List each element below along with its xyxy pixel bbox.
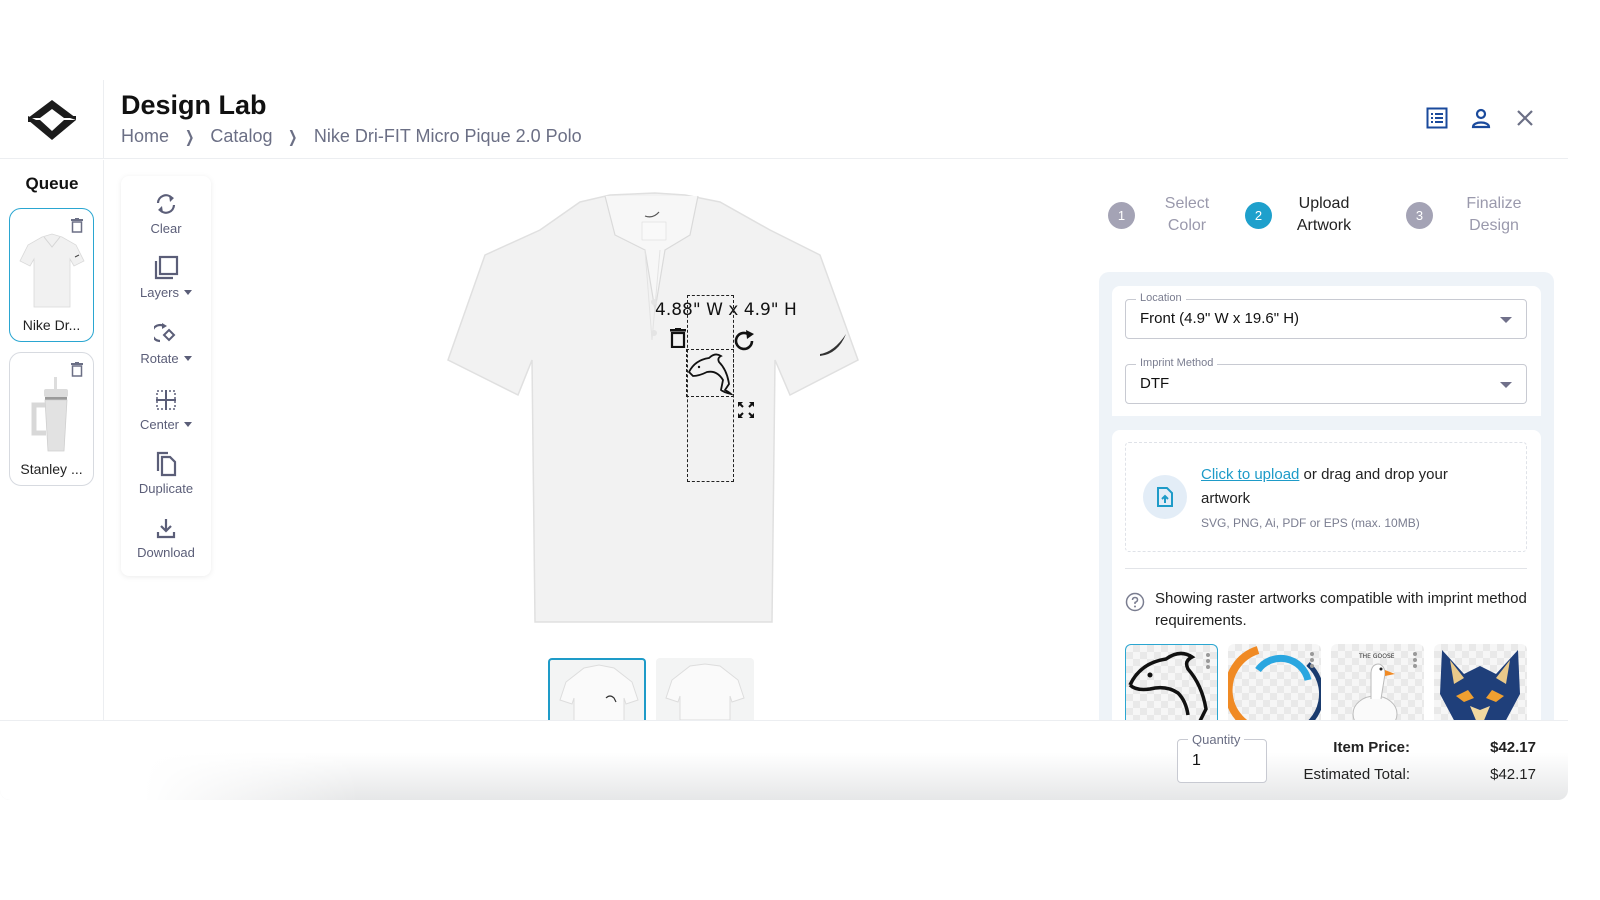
product-canvas[interactable] <box>430 190 870 630</box>
caret-down-icon <box>1500 382 1512 388</box>
caret-down-icon <box>183 356 192 361</box>
step-label: Select Color <box>1164 195 1210 234</box>
tumbler-thumbnail <box>31 377 68 452</box>
resize-artwork-icon[interactable] <box>736 400 756 425</box>
rotate-label: Rotate <box>140 351 179 366</box>
refresh-icon <box>121 190 211 218</box>
estimated-total-label: Estimated Total: <box>1303 766 1410 783</box>
step-number: 3 <box>1406 201 1433 229</box>
page-title: Design Lab <box>121 90 267 120</box>
rotate-artwork-icon[interactable] <box>734 330 756 357</box>
logo-icon <box>27 99 76 140</box>
queue-item-stanley[interactable]: Stanley ... <box>9 352 94 486</box>
view-thumbnails <box>548 658 754 720</box>
center-button[interactable]: Center <box>121 386 211 434</box>
step-upload-artwork[interactable]: 2 Upload Artwork <box>1245 193 1362 237</box>
delete-artwork-icon[interactable] <box>670 328 686 353</box>
imprint-method-label: Imprint Method <box>1136 357 1218 369</box>
svg-text:THE GOOSE: THE GOOSE <box>1358 653 1395 660</box>
queue-sidebar: Queue Nike Dr... Stanley ... <box>0 160 104 720</box>
duplicate-label: Duplicate <box>138 481 194 496</box>
file-upload-icon <box>1143 475 1187 519</box>
header: Design Lab Home ❯ Catalog ❯ Nike Dri-FIT… <box>0 80 1568 159</box>
artwork-panel: Location Front (4.9" W x 19.6" H) Imprin… <box>1099 272 1554 734</box>
step-label: Upload Artwork <box>1296 195 1352 234</box>
caret-down-icon <box>184 290 193 295</box>
layers-button[interactable]: Layers <box>121 254 211 302</box>
step-label: Finalize Design <box>1466 195 1522 234</box>
queue-item-label: Stanley ... <box>20 461 83 477</box>
breadcrumb-catalog[interactable]: Catalog <box>210 126 272 147</box>
more-options-icon[interactable] <box>1206 653 1210 669</box>
step-select-color[interactable]: 1 Select Color <box>1108 193 1225 237</box>
queue-item-nike-polo[interactable]: Nike Dr... <box>9 208 94 342</box>
estimated-total-value: $42.17 <box>1490 766 1536 783</box>
item-price-value: $42.17 <box>1490 739 1536 756</box>
logo <box>0 80 104 159</box>
clear-button[interactable]: Clear <box>121 190 211 238</box>
quantity-label: Quantity <box>1188 732 1245 747</box>
caret-down-icon <box>184 422 193 427</box>
design-lab-window: Design Lab Home ❯ Catalog ❯ Nike Dri-FIT… <box>0 80 1568 800</box>
center-icon <box>121 386 211 414</box>
tool-panel: Clear Layers Rotate Center Duplicate Dow… <box>121 176 211 576</box>
click-to-upload-link[interactable]: Click to upload <box>1201 466 1299 483</box>
artwork-selection[interactable] <box>686 349 734 397</box>
quantity-input[interactable]: Quantity 1 <box>1177 732 1267 783</box>
chevron-right-icon: ❯ <box>288 128 298 146</box>
download-button[interactable]: Download <box>121 514 211 562</box>
rotate-icon <box>121 320 211 348</box>
item-price-label: Item Price: <box>1333 739 1410 756</box>
upload-dropzone[interactable]: Click to upload or drag and drop your ar… <box>1125 442 1527 552</box>
layers-label: Layers <box>139 285 180 300</box>
location-select[interactable]: Location Front (4.9" W x 19.6" H) <box>1125 292 1527 339</box>
header-actions <box>1426 106 1536 130</box>
layers-icon <box>121 254 211 282</box>
step-number: 2 <box>1245 201 1272 229</box>
center-label: Center <box>139 417 180 432</box>
compatibility-note: Showing raster artworks compatible with … <box>1125 588 1527 632</box>
view-thumbnail-front[interactable] <box>548 658 646 720</box>
user-icon[interactable] <box>1470 106 1492 130</box>
breadcrumb-product: Nike Dri-FIT Micro Pique 2.0 Polo <box>313 126 582 146</box>
options-card: Location Front (4.9" W x 19.6" H) Imprin… <box>1112 286 1541 416</box>
progress-stepper: 1 Select Color 2 Upload Artwork 3 Finalize… <box>1100 193 1560 239</box>
dolphin-artwork <box>687 353 734 396</box>
divider <box>1125 568 1527 569</box>
step-number: 1 <box>1108 201 1135 229</box>
compatibility-note-text: Showing raster artworks compatible with … <box>1155 590 1527 629</box>
breadcrumb-home[interactable]: Home <box>121 126 169 147</box>
queue-title: Queue <box>25 174 79 193</box>
imprint-method-value: DTF <box>1140 375 1170 392</box>
help-icon[interactable] <box>1125 588 1145 632</box>
imprint-method-select[interactable]: Imprint Method DTF <box>1125 357 1527 404</box>
download-label: Download <box>137 545 195 560</box>
clear-label: Clear <box>150 221 182 236</box>
polo-thumbnail <box>19 233 85 308</box>
duplicate-icon <box>121 450 211 478</box>
breadcrumb: Home ❯ Catalog ❯ Nike Dri-FIT Micro Piqu… <box>121 126 582 147</box>
upload-card: Click to upload or drag and drop your ar… <box>1112 430 1541 734</box>
queue-item-label: Nike Dr... <box>22 317 81 333</box>
step-finalize-design[interactable]: 3 Finalize Design <box>1406 193 1541 237</box>
view-thumbnail-back[interactable] <box>656 658 754 720</box>
more-options-icon[interactable] <box>1413 652 1417 668</box>
download-icon <box>121 514 211 542</box>
list-icon[interactable] <box>1426 106 1448 130</box>
location-value: Front (4.9" W x 19.6" H) <box>1140 310 1300 327</box>
close-icon[interactable] <box>1514 106 1536 130</box>
more-options-icon[interactable] <box>1310 652 1314 668</box>
quantity-value: 1 <box>1192 752 1201 769</box>
upload-formats: SVG, PNG, Ai, PDF or EPS (max. 10MB) <box>1201 516 1420 530</box>
location-label: Location <box>1136 292 1186 304</box>
chevron-right-icon: ❯ <box>185 128 195 146</box>
caret-down-icon <box>1500 317 1512 323</box>
order-footer: Quantity 1 Item Price: $42.17 Estimated … <box>0 720 1568 800</box>
rotate-button[interactable]: Rotate <box>121 320 211 368</box>
duplicate-button[interactable]: Duplicate <box>121 450 211 498</box>
